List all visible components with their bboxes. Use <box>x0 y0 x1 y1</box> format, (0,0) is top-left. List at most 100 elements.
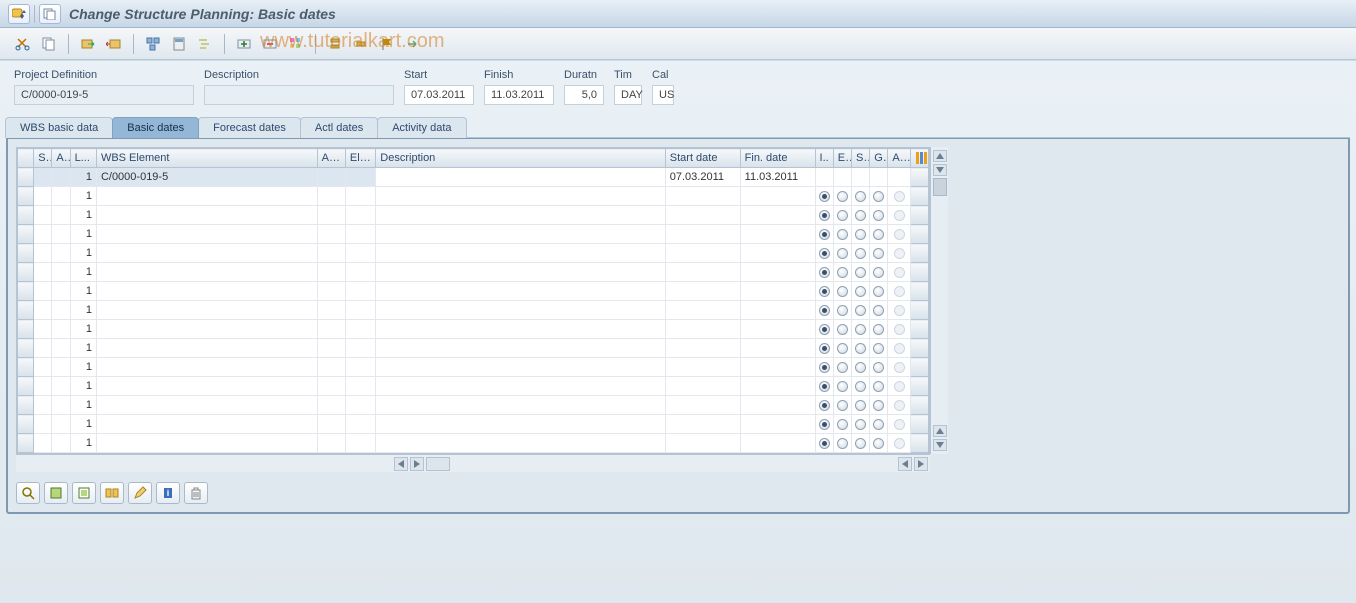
cell-radio[interactable] <box>815 263 833 282</box>
hscroll-left-icon[interactable] <box>394 457 408 471</box>
cell-level[interactable]: 1 <box>70 377 96 396</box>
cell-ele[interactable] <box>345 358 375 377</box>
radio-off-icon[interactable] <box>873 381 884 392</box>
cell-radio-a[interactable] <box>888 377 910 396</box>
cell-s[interactable] <box>34 320 52 339</box>
tab-basic-dates[interactable]: Basic dates <box>112 117 199 138</box>
cell-ele[interactable] <box>345 415 375 434</box>
cell-wbs-element[interactable] <box>96 263 317 282</box>
scroll-up-icon-2[interactable] <box>933 425 947 437</box>
radio-off-icon[interactable] <box>873 229 884 240</box>
radio-off-icon[interactable] <box>837 229 848 240</box>
col-ac[interactable]: Ac... <box>317 149 345 168</box>
row-select[interactable] <box>18 396 34 415</box>
radio-on-icon[interactable] <box>819 343 830 354</box>
cell-start-date[interactable] <box>665 339 740 358</box>
cell-level[interactable]: 1 <box>70 415 96 434</box>
radio-off-icon[interactable] <box>837 324 848 335</box>
radio-on-icon[interactable] <box>819 210 830 221</box>
cell-ac[interactable] <box>317 263 345 282</box>
cell-radio[interactable] <box>833 206 851 225</box>
cell-radio-a[interactable] <box>888 263 910 282</box>
col-start-date[interactable]: Start date <box>665 149 740 168</box>
cell-fin-date[interactable] <box>740 377 815 396</box>
cell-ele[interactable] <box>345 434 375 453</box>
cell-ac[interactable] <box>317 358 345 377</box>
radio-off-icon[interactable] <box>855 286 866 297</box>
hscroll-right-icon[interactable] <box>410 457 424 471</box>
cell-ac[interactable] <box>317 301 345 320</box>
collapse-btn[interactable] <box>350 33 372 55</box>
cell-a[interactable] <box>52 339 70 358</box>
cell-a[interactable] <box>52 434 70 453</box>
cell-a[interactable] <box>52 415 70 434</box>
col-s1[interactable]: S.. <box>34 149 52 168</box>
arrow-right-btn[interactable] <box>402 33 424 55</box>
cell-start-date[interactable] <box>665 282 740 301</box>
tcode-menu-btn[interactable] <box>8 4 30 24</box>
cell-radio[interactable] <box>833 225 851 244</box>
find-btn[interactable] <box>16 482 40 504</box>
col-g[interactable]: G.. <box>870 149 888 168</box>
cell-ac[interactable] <box>317 434 345 453</box>
cell-radio[interactable] <box>815 320 833 339</box>
col-description[interactable]: Description <box>376 149 665 168</box>
cell-s[interactable] <box>34 301 52 320</box>
radio-off-icon[interactable] <box>837 305 848 316</box>
cell-radio[interactable] <box>815 434 833 453</box>
cell-description[interactable] <box>376 263 665 282</box>
radio-off-icon[interactable] <box>855 248 866 259</box>
cell-radio-a[interactable] <box>888 320 910 339</box>
cell-wbs-element[interactable] <box>96 225 317 244</box>
cell-radio[interactable] <box>851 206 869 225</box>
wbs-grid[interactable]: S.. A.. L... WBS Element Ac... Ele... De… <box>16 147 930 454</box>
radio-off-icon[interactable] <box>837 343 848 354</box>
cell-radio-a[interactable] <box>888 415 910 434</box>
cell-level[interactable]: 1 <box>70 358 96 377</box>
cell-s[interactable] <box>34 206 52 225</box>
cell-radio[interactable] <box>815 301 833 320</box>
cell-ac[interactable] <box>317 225 345 244</box>
row-select[interactable] <box>18 263 34 282</box>
cell-radio[interactable] <box>815 358 833 377</box>
cell-radio[interactable] <box>815 377 833 396</box>
cell-start-date[interactable] <box>665 377 740 396</box>
radio-off-icon[interactable] <box>873 324 884 335</box>
cell-a[interactable] <box>52 168 70 187</box>
field-duration[interactable]: 5,0 <box>564 85 604 105</box>
cell-a[interactable] <box>52 263 70 282</box>
radio-on-icon[interactable] <box>819 286 830 297</box>
cell-start-date[interactable] <box>665 187 740 206</box>
cell-start-date[interactable] <box>665 434 740 453</box>
cell-wbs-element[interactable] <box>96 377 317 396</box>
cell-radio-a[interactable] <box>888 244 910 263</box>
cell-wbs-element[interactable] <box>96 187 317 206</box>
cell-radio[interactable] <box>815 187 833 206</box>
cell-s[interactable] <box>34 168 52 187</box>
cell-radio[interactable] <box>851 434 869 453</box>
radio-off-icon[interactable] <box>837 248 848 259</box>
radio-off-icon[interactable] <box>873 419 884 430</box>
cell-description[interactable] <box>376 396 665 415</box>
radio-on-icon[interactable] <box>819 191 830 202</box>
cell-ac[interactable] <box>317 339 345 358</box>
radio-off-icon[interactable] <box>855 419 866 430</box>
radio-off-icon[interactable] <box>837 362 848 373</box>
cell-wbs-element[interactable] <box>96 434 317 453</box>
cell-s[interactable] <box>34 225 52 244</box>
radio-on-icon[interactable] <box>819 267 830 278</box>
table-row[interactable]: 1 <box>18 320 929 339</box>
cell-radio[interactable] <box>870 377 888 396</box>
radio-on-icon[interactable] <box>819 419 830 430</box>
cell-fin-date[interactable] <box>740 434 815 453</box>
cell-ac[interactable] <box>317 320 345 339</box>
cell-description[interactable] <box>376 206 665 225</box>
cell-fin-date[interactable] <box>740 282 815 301</box>
cell-radio[interactable] <box>815 396 833 415</box>
cell-start-date[interactable] <box>665 320 740 339</box>
radio-off-icon[interactable] <box>855 267 866 278</box>
cell-a[interactable] <box>52 396 70 415</box>
field-start[interactable]: 07.03.2011 <box>404 85 474 105</box>
cell-radio[interactable] <box>833 358 851 377</box>
swap-btn[interactable] <box>100 482 124 504</box>
